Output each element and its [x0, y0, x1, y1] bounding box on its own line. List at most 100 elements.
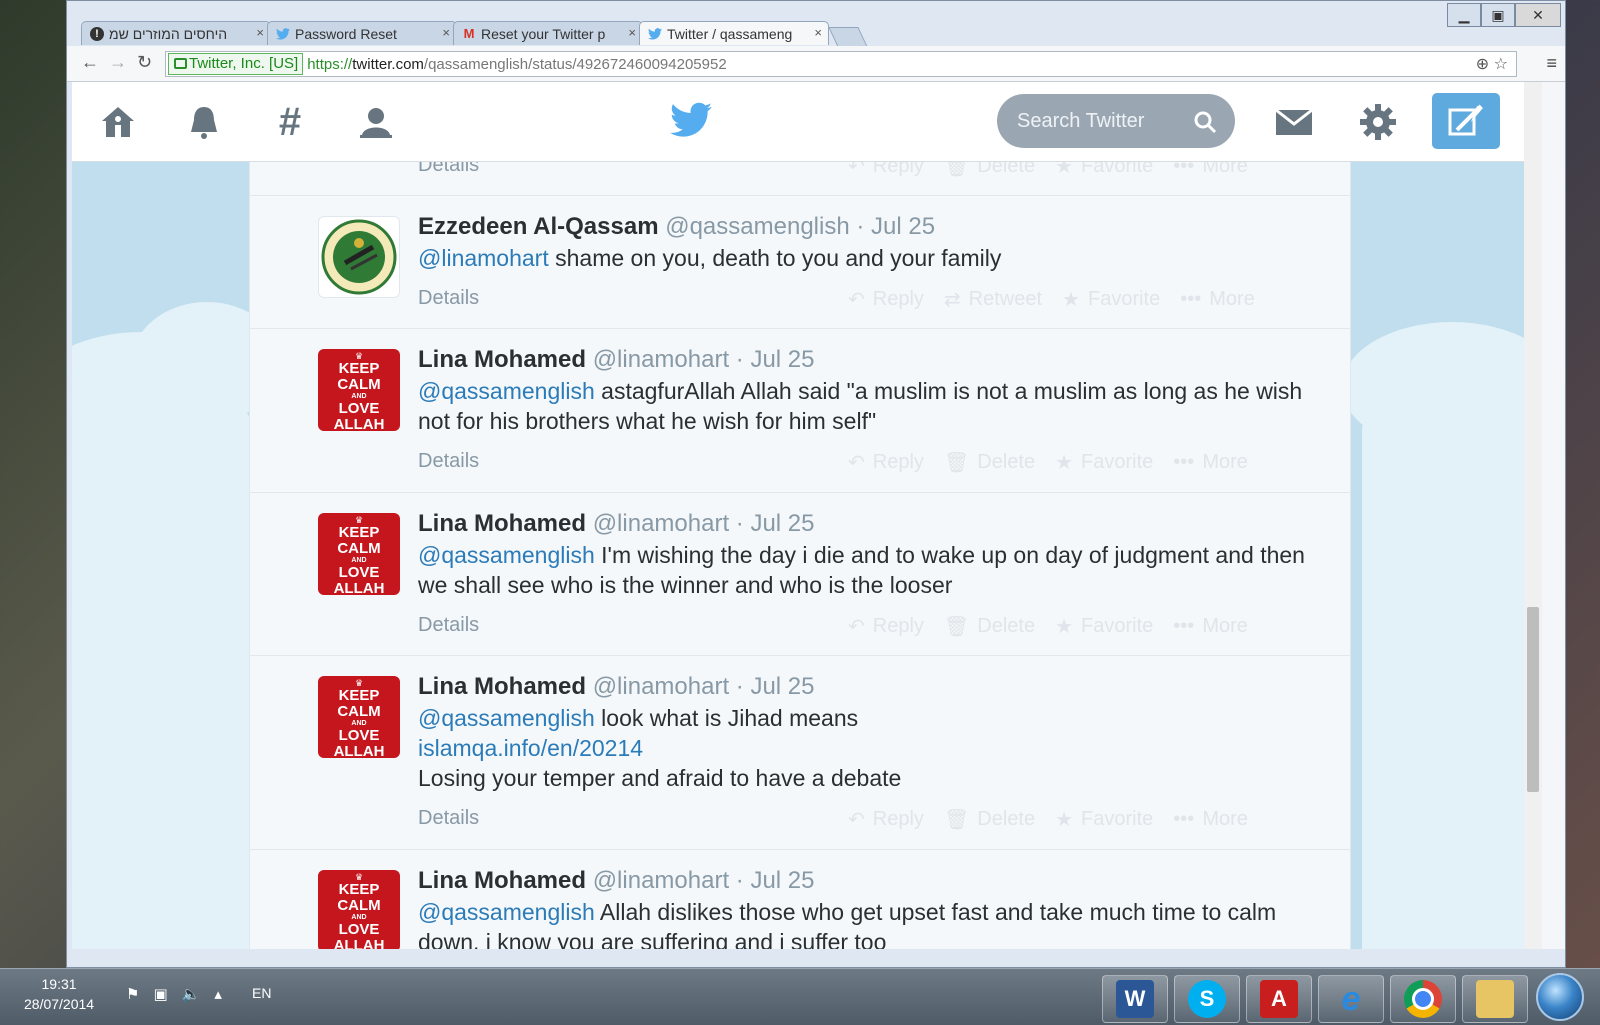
tweet-item[interactable]: ♛ KEEP CALM AND LOVE ALLAH Lina Mohamed … — [250, 655, 1350, 850]
ev-certificate-badge[interactable]: Twitter, Inc. [US] — [168, 53, 304, 75]
avatar-keep-calm[interactable]: ♛ KEEP CALM AND LOVE ALLAH — [318, 676, 400, 758]
favorite-action[interactable]: ★ Favorite — [1055, 450, 1153, 475]
direct-messages-envelope-icon[interactable] — [1272, 100, 1316, 144]
reply-action[interactable]: ↶ Reply — [848, 807, 924, 832]
favorite-action[interactable]: ★ Favorite — [1055, 807, 1153, 832]
minimize-button[interactable]: ▁ — [1447, 3, 1481, 27]
details-link[interactable]: Details — [418, 287, 479, 310]
tab-close-icon[interactable]: × — [814, 25, 822, 40]
twitter-bird-icon[interactable] — [670, 102, 712, 143]
details-link[interactable]: Details — [418, 614, 479, 637]
tab-4-active[interactable]: Twitter / qassameng × — [639, 21, 829, 45]
tab-2[interactable]: Password Reset × — [267, 21, 457, 45]
author-name[interactable]: Lina Mohamed — [418, 673, 586, 700]
search-icon[interactable] — [1193, 110, 1217, 140]
tweet-item[interactable]: ♛ KEEP CALM AND LOVE ALLAH Lina Mohamed … — [250, 849, 1350, 949]
favorite-action[interactable]: ★ Favorite — [1055, 614, 1153, 639]
avatar-keep-calm[interactable]: ♛ KEEP CALM AND LOVE ALLAH — [318, 513, 400, 595]
author-name[interactable]: Lina Mohamed — [418, 510, 586, 537]
page-scrollbar[interactable] — [1524, 82, 1542, 949]
details-link[interactable]: Details — [418, 807, 479, 830]
author-name[interactable]: Lina Mohamed — [418, 867, 586, 894]
avatar-qassam-emblem[interactable] — [318, 216, 400, 298]
browser-menu-icon[interactable]: ≡ — [1546, 53, 1557, 74]
taskbar-word[interactable]: W — [1102, 975, 1168, 1023]
search-input[interactable]: Search Twitter — [997, 94, 1235, 148]
author-handle[interactable]: @linamohart — [593, 867, 729, 894]
author-handle[interactable]: @linamohart — [593, 673, 729, 700]
author-name[interactable]: Ezzedeen Al-Qassam — [418, 213, 659, 240]
tweet-date[interactable]: · Jul 25 — [856, 213, 935, 240]
mention-link[interactable]: @qassamenglish — [418, 542, 595, 568]
show-hidden-icons-icon[interactable]: ▴ — [214, 985, 222, 1003]
delete-action[interactable]: 🗑 Delete — [944, 807, 1035, 832]
mention-link[interactable]: @linamohart — [418, 245, 549, 271]
network-icon[interactable]: ▣ — [153, 985, 167, 1003]
compose-tweet-button[interactable] — [1432, 93, 1500, 149]
home-icon[interactable] — [96, 100, 140, 144]
tab-close-icon[interactable]: × — [628, 25, 636, 40]
mention-link[interactable]: @qassamenglish — [418, 899, 595, 925]
action-center-flag-icon[interactable]: ⚑ — [126, 985, 139, 1003]
more-action[interactable]: ••• More — [1173, 614, 1248, 639]
taskbar-file-explorer[interactable] — [1462, 975, 1528, 1023]
taskbar-acrobat[interactable]: A — [1246, 975, 1312, 1023]
qassam-emblem-icon — [321, 219, 397, 295]
tweet-date[interactable]: · Jul 25 — [736, 867, 815, 894]
back-arrow-icon[interactable]: ← — [81, 52, 99, 73]
tweet-text: @qassamenglish look what is Jihad means … — [418, 703, 1308, 793]
discover-hashtag-icon[interactable]: # — [268, 100, 312, 144]
bookmark-star-icon[interactable]: ☆ — [1494, 56, 1508, 73]
reload-icon[interactable]: ↻ — [137, 52, 152, 73]
taskbar-skype[interactable]: S — [1174, 975, 1240, 1023]
author-name[interactable]: Lina Mohamed — [418, 346, 586, 373]
tweet-item[interactable]: Ezzedeen Al-Qassam @qassamenglish · Jul … — [250, 195, 1350, 329]
avatar-keep-calm[interactable]: ♛ KEEP CALM AND LOVE ALLAH — [318, 349, 400, 431]
reply-action[interactable]: ↶ Reply — [848, 450, 924, 475]
notifications-bell-icon[interactable] — [182, 100, 226, 144]
tab-close-icon[interactable]: × — [442, 25, 450, 40]
tweet-item[interactable]: ♛ KEEP CALM AND LOVE ALLAH Lina Mohamed … — [250, 328, 1350, 493]
url-link[interactable]: islamqa.info/en/20214 — [418, 733, 1308, 763]
tab-1[interactable]: ! היחסים המוזרים שמ × — [81, 21, 271, 45]
reply-action[interactable]: ↶ Reply — [848, 287, 924, 312]
settings-gear-icon[interactable] — [1356, 100, 1400, 144]
volume-icon[interactable]: 🔈 — [182, 985, 201, 1003]
taskbar-internet-explorer[interactable]: e — [1318, 975, 1384, 1023]
tweet-date[interactable]: · Jul 25 — [736, 510, 815, 537]
maximize-button[interactable]: ▣ — [1481, 3, 1515, 27]
input-language[interactable]: EN — [252, 985, 271, 1001]
tweet-item[interactable]: ♛ KEEP CALM AND LOVE ALLAH Lina Mohamed … — [250, 492, 1350, 656]
more-action[interactable]: ••• More — [1173, 807, 1248, 832]
delete-action[interactable]: 🗑 Delete — [944, 450, 1035, 475]
tab-close-icon[interactable]: × — [256, 25, 264, 40]
author-handle[interactable]: @linamohart — [593, 510, 729, 537]
new-tab-button[interactable] — [828, 27, 868, 47]
mention-link[interactable]: @qassamenglish — [418, 705, 595, 731]
taskbar-chrome[interactable] — [1390, 975, 1456, 1023]
more-action[interactable]: ••• More — [1180, 287, 1255, 312]
avatar-keep-calm[interactable]: ♛ KEEP CALM AND LOVE ALLAH — [318, 870, 400, 949]
delete-action[interactable]: 🗑 Delete — [944, 614, 1035, 639]
start-button-windows-icon[interactable] — [1536, 973, 1584, 1021]
mention-link[interactable]: @qassamenglish — [418, 378, 595, 404]
forward-arrow-icon[interactable]: → — [109, 52, 127, 73]
me-profile-icon[interactable] — [354, 100, 398, 144]
more-action[interactable]: ••• More — [1173, 450, 1248, 475]
details-link[interactable]: Details — [418, 450, 479, 473]
scrollbar-thumb[interactable] — [1527, 607, 1539, 792]
favorite-action[interactable]: ★ Favorite — [1062, 287, 1160, 312]
zoom-icon[interactable]: ⊕ — [1476, 56, 1489, 73]
tab-label: Twitter / qassameng — [667, 25, 793, 42]
retweet-action[interactable]: ⇄ Retweet — [944, 287, 1042, 312]
author-handle[interactable]: @qassamenglish — [665, 213, 849, 240]
system-clock[interactable]: 19:31 28/07/2014 — [24, 974, 94, 1014]
address-bar[interactable]: Twitter, Inc. [US] https:// twitter.com … — [165, 51, 1517, 77]
author-handle[interactable]: @linamohart — [593, 346, 729, 373]
close-window-button[interactable]: ✕ — [1515, 3, 1561, 27]
tab-3[interactable]: M Reset your Twitter p × — [453, 21, 643, 45]
tweet-date[interactable]: · Jul 25 — [736, 673, 815, 700]
reply-action[interactable]: ↶ Reply — [848, 614, 924, 639]
tweet-date[interactable]: · Jul 25 — [736, 346, 815, 373]
trash-icon: 🗑 — [943, 809, 970, 831]
